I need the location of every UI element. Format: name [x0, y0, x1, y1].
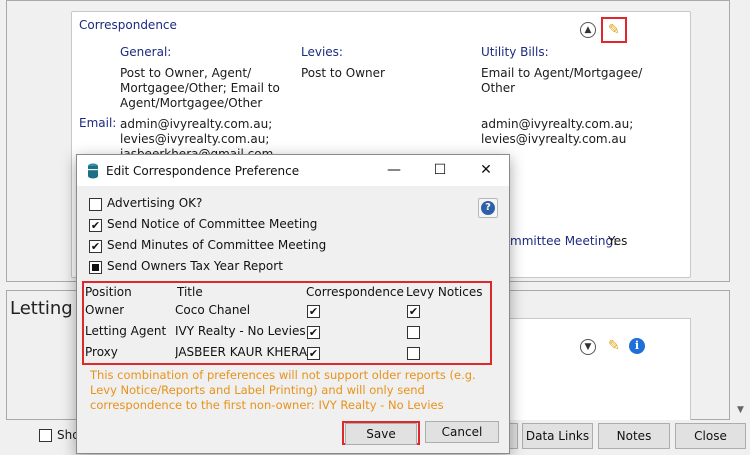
help-icon: ?: [481, 201, 495, 215]
show-checkbox[interactable]: [39, 429, 52, 442]
emails-right: admin@ivyrealty.com.au; levies@ivyrealty…: [481, 117, 634, 146]
tax-year-report-label: Send Owners Tax Year Report: [107, 259, 283, 273]
notes-button[interactable]: Notes: [598, 423, 670, 449]
edit-letting-pencil-icon[interactable]: ✎: [608, 339, 620, 353]
row-position: Owner: [85, 303, 125, 317]
collapse-button[interactable]: ▲: [580, 22, 596, 38]
row-title: Coco Chanel: [175, 303, 251, 317]
letting-title: Letting: [10, 298, 73, 319]
advertising-label: Advertising OK?: [107, 196, 203, 210]
row-levy-checkbox[interactable]: ✔: [407, 305, 420, 318]
levies-text: Post to Owner: [301, 66, 385, 80]
grid-header-title: Title: [177, 285, 203, 299]
committee-meeting-label: mmittee Meeting:: [510, 234, 618, 248]
grid-header-levy-notices: Levy Notices: [406, 285, 483, 299]
help-button[interactable]: ?: [478, 198, 498, 218]
levies-heading: Levies:: [301, 45, 343, 59]
save-highlight: Save: [342, 421, 420, 445]
expand-button[interactable]: ▼: [580, 339, 596, 355]
minimize-icon: —: [387, 162, 401, 178]
tax-year-report-checkbox[interactable]: [89, 261, 102, 274]
row-levy-checkbox[interactable]: [407, 347, 420, 360]
maximize-icon: ☐: [433, 162, 447, 178]
row-position: Letting Agent: [85, 324, 167, 338]
database-icon: [88, 163, 98, 179]
close-icon: ✕: [480, 162, 492, 178]
utility-text: Email to Agent/Mortgagee/ Other: [481, 66, 643, 95]
notice-committee-checkbox[interactable]: ✔: [89, 219, 102, 232]
email-label: Email:: [79, 116, 117, 130]
save-button[interactable]: Save: [345, 423, 417, 445]
general-text: Post to Owner, Agent/ Mortgagee/Other; E…: [120, 66, 280, 110]
chevron-up-icon: ▲: [584, 25, 592, 35]
chevron-down-icon: ▼: [584, 342, 592, 352]
minutes-committee-checkbox[interactable]: ✔: [89, 240, 102, 253]
row-title: IVY Realty - No Levies: [175, 324, 306, 338]
grid-header-correspondence: Correspondence: [306, 285, 404, 299]
recipient-grid: Position Title Correspondence Levy Notic…: [82, 281, 492, 365]
edit-correspondence-dialog: Edit Correspondence Preference — ☐ ✕ Adv…: [76, 154, 510, 454]
row-correspondence-checkbox[interactable]: ✔: [307, 305, 320, 318]
data-links-button[interactable]: Data Links: [522, 423, 593, 449]
minutes-committee-label: Send Minutes of Committee Meeting: [107, 238, 327, 252]
utility-heading: Utility Bills:: [481, 45, 549, 59]
general-heading: General:: [120, 45, 172, 59]
dialog-close-button[interactable]: ✕: [463, 155, 509, 186]
edit-correspondence-button[interactable]: ✎: [601, 17, 627, 43]
row-position: Proxy: [85, 345, 118, 359]
info-icon[interactable]: i: [629, 338, 645, 354]
row-correspondence-checkbox[interactable]: ✔: [307, 347, 320, 360]
warning-message: This combination of preferences will not…: [90, 368, 476, 412]
maximize-button[interactable]: ☐: [417, 155, 463, 186]
minimize-button[interactable]: —: [371, 155, 417, 186]
row-title: JASBEER KAUR KHERA (P: [175, 345, 307, 359]
dialog-title: Edit Correspondence Preference: [106, 164, 300, 178]
row-correspondence-checkbox[interactable]: ✔: [307, 326, 320, 339]
row-levy-checkbox[interactable]: [407, 326, 420, 339]
advertising-checkbox[interactable]: [89, 198, 102, 211]
close-button[interactable]: Close: [675, 423, 746, 449]
pencil-icon: ✎: [608, 22, 620, 38]
dialog-titlebar: Edit Correspondence Preference — ☐ ✕: [77, 155, 509, 186]
cancel-button[interactable]: Cancel: [425, 421, 499, 443]
scroll-down-icon[interactable]: ▼: [737, 405, 744, 415]
letting-panel: [509, 318, 691, 426]
grid-header-position: Position: [85, 285, 132, 299]
correspondence-title: Correspondence: [79, 18, 177, 32]
scrollbar[interactable]: ▼: [733, 0, 750, 420]
notice-committee-label: Send Notice of Committee Meeting: [107, 217, 318, 231]
committee-meeting-value: Yes: [608, 234, 628, 248]
